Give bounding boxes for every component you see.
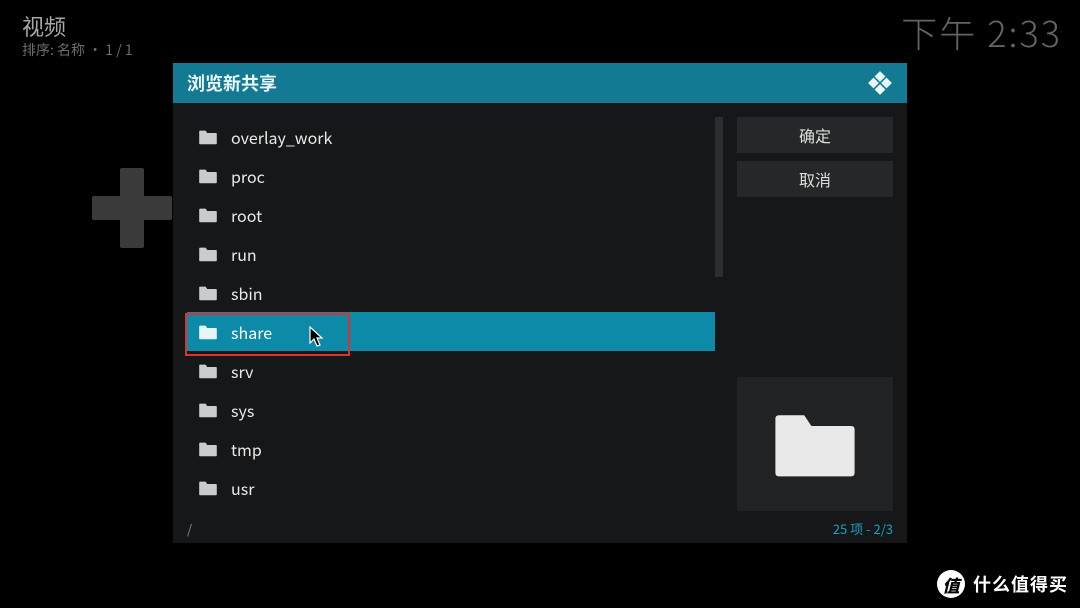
file-list[interactable]: overlay_workproc root run sbin share srv sys tm… [187, 117, 715, 515]
section-title: 视频 [22, 12, 133, 41]
folder-name: tmp [231, 437, 262, 461]
ok-button[interactable]: 确定 [737, 117, 893, 153]
dialog-title: 浏览新共享 [187, 70, 277, 96]
file-list-wrap: overlay_workproc root run sbin share srv sys tm… [187, 117, 723, 515]
folder-icon [197, 480, 219, 496]
list-item[interactable]: sbin [187, 273, 715, 312]
watermark: 值 什么值得买 [937, 570, 1068, 598]
folder-icon [197, 402, 219, 418]
folder-icon [770, 408, 860, 480]
folder-icon [197, 207, 219, 223]
dialog-body: overlay_workproc root run sbin share srv sys tm… [173, 103, 907, 515]
folder-icon [197, 168, 219, 184]
folder-name: share [231, 320, 272, 344]
folder-icon [197, 285, 219, 301]
current-path: / [187, 519, 192, 538]
folder-icon [197, 363, 219, 379]
folder-icon [197, 246, 219, 262]
list-item[interactable]: usr [187, 468, 715, 507]
folder-name: usr [231, 476, 254, 500]
folder-name: proc [231, 164, 265, 188]
dialog-footer: / 25 项 - 2/3 [173, 515, 907, 543]
folder-name: root [231, 203, 262, 227]
scrollbar[interactable] [715, 117, 723, 515]
preview-thumbnail [737, 377, 893, 511]
item-count: 25 项 - 2/3 [833, 519, 893, 538]
folder-name: run [231, 242, 257, 266]
dialog-header: 浏览新共享 [173, 63, 907, 103]
folder-icon [197, 324, 219, 340]
cancel-button[interactable]: 取消 [737, 161, 893, 197]
folder-icon [197, 129, 219, 145]
folder-icon [197, 441, 219, 457]
background-header: 视频 排序: 名称 • 1 / 1 [22, 12, 133, 59]
sort-info: 排序: 名称 • 1 / 1 [22, 41, 133, 59]
dialog-side-panel: 确定 取消 [737, 117, 893, 515]
watermark-badge: 值 [937, 570, 965, 598]
list-item[interactable]: sys [187, 390, 715, 429]
kodi-logo-icon [867, 70, 893, 96]
folder-name: overlay_work [231, 125, 332, 149]
scroll-thumb[interactable] [715, 117, 723, 277]
folder-name: srv [231, 359, 254, 383]
list-item[interactable]: root [187, 195, 715, 234]
folder-name: sbin [231, 281, 263, 305]
list-item[interactable]: overlay_work [187, 117, 715, 156]
clock: 下午 2:33 [901, 6, 1062, 58]
list-item[interactable]: share [187, 312, 715, 351]
list-item[interactable]: tmp [187, 429, 715, 468]
add-source-icon [92, 168, 172, 248]
browse-share-dialog: 浏览新共享 overlay_workproc root run sbin share sr… [173, 63, 907, 543]
folder-name: sys [231, 398, 254, 422]
watermark-text: 什么值得买 [973, 571, 1068, 597]
list-item[interactable]: proc [187, 156, 715, 195]
list-item[interactable]: srv [187, 351, 715, 390]
list-item[interactable]: run [187, 234, 715, 273]
